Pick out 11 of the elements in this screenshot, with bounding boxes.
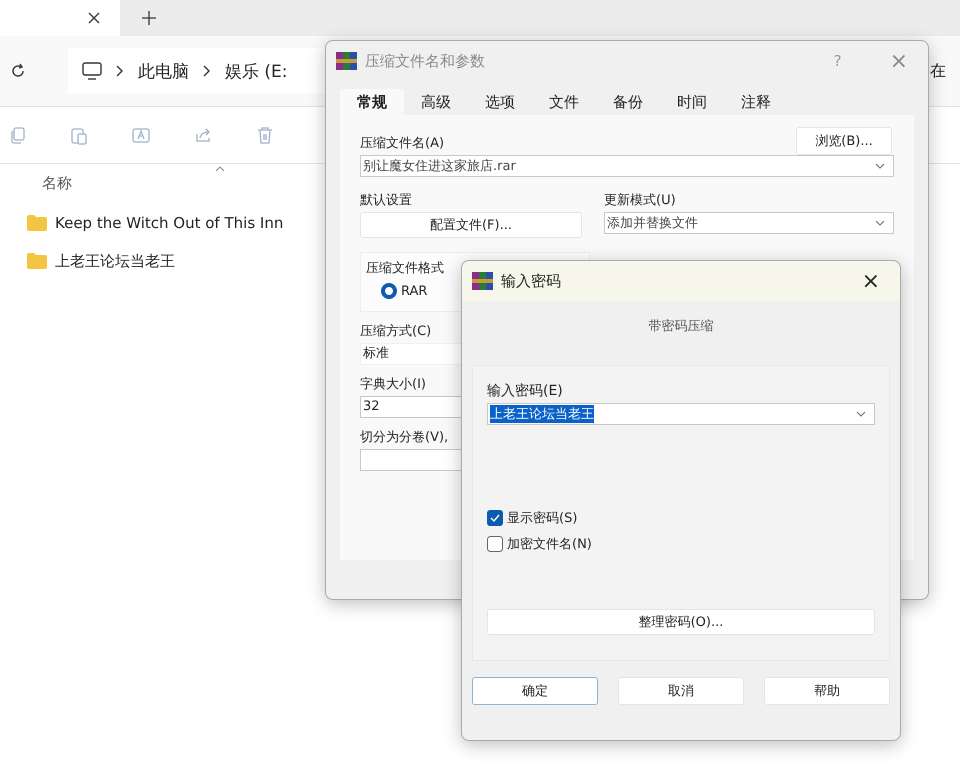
field-label: 字典大小(I)	[360, 376, 426, 393]
field-label: 压缩方式(C)	[360, 323, 432, 340]
window-title: 输入密码	[501, 272, 562, 290]
field-label: 切分为分卷(V),	[360, 429, 448, 446]
field-label: 默认设置	[360, 192, 413, 209]
dialog-subtitle: 带密码压缩	[648, 318, 714, 336]
group-label: 压缩文件格式	[366, 260, 445, 277]
field-label: 更新模式(U)	[604, 192, 677, 209]
window-title: 压缩文件名和参数	[365, 52, 486, 70]
field-label: 输入密码(E)	[487, 382, 564, 400]
field-label: 压缩文件名(A)	[360, 135, 444, 152]
